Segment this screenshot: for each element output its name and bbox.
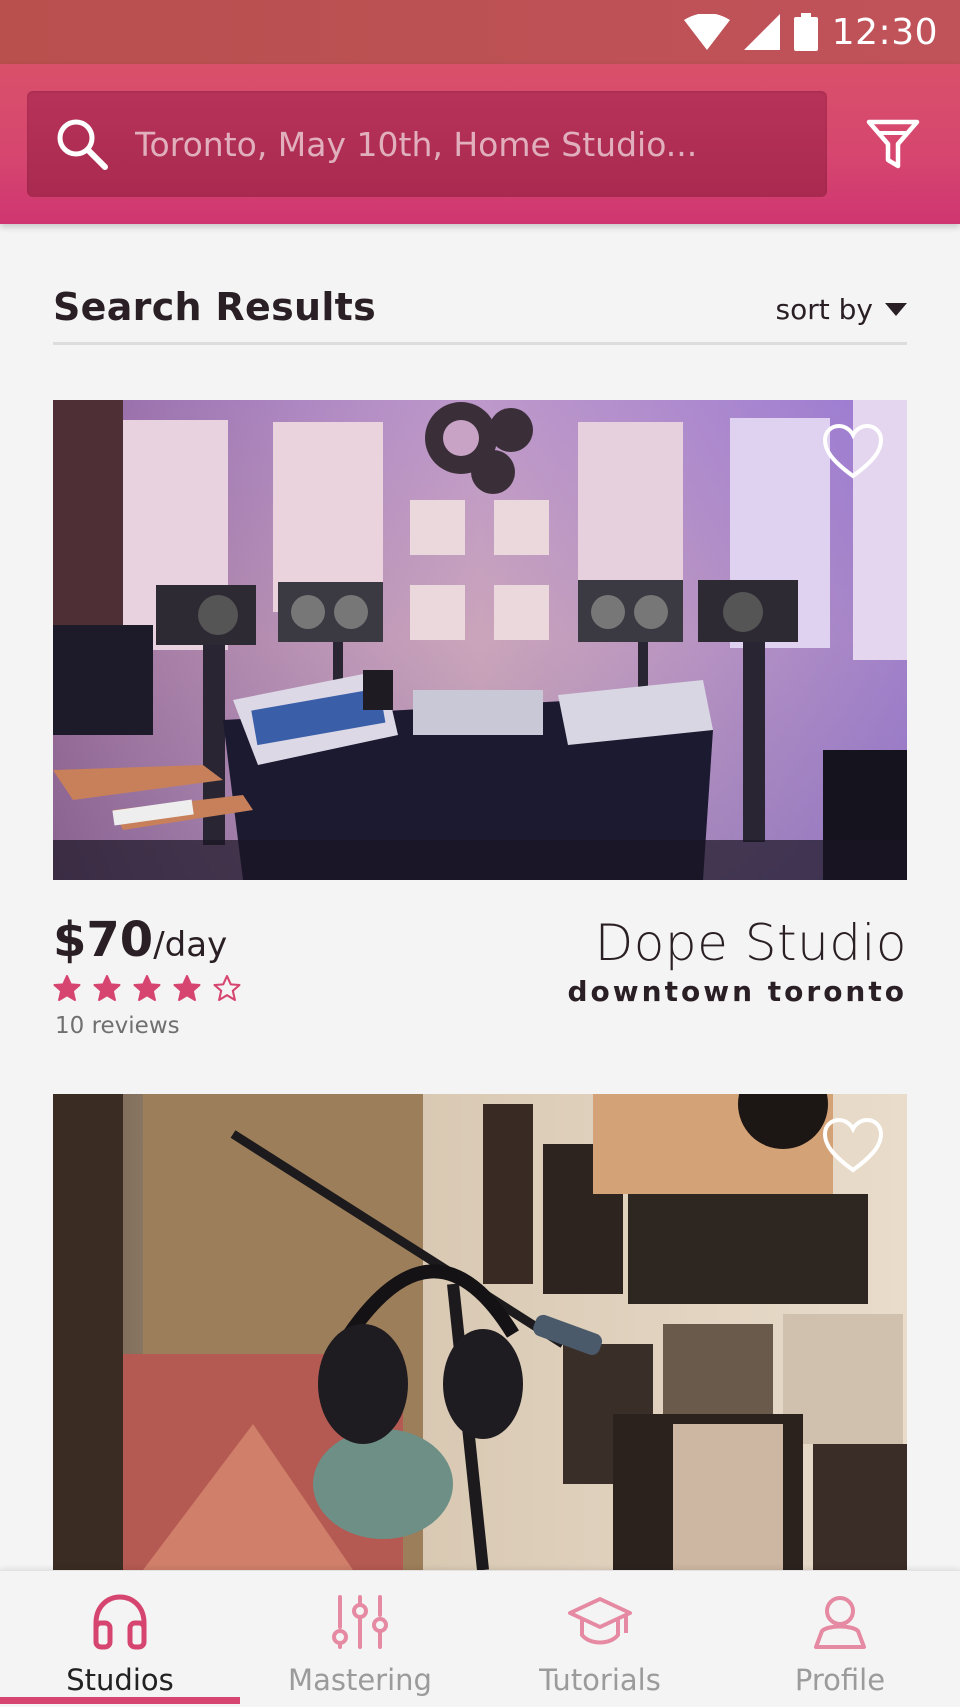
star-filled-icon: [93, 975, 121, 1001]
heart-icon: [822, 1117, 884, 1173]
sort-by-label: sort by: [775, 293, 873, 326]
nav-label-studios: Studios: [66, 1663, 174, 1697]
active-tab-indicator: [0, 1697, 240, 1704]
studio-photo-2[interactable]: [53, 1094, 907, 1570]
studio-name[interactable]: Dope Studio: [595, 914, 907, 972]
graduation-cap-icon: [568, 1597, 632, 1645]
status-time: 12:30: [831, 11, 938, 53]
wifi-icon: [683, 14, 730, 50]
caret-down-icon: [885, 303, 907, 316]
filter-icon: [866, 119, 920, 169]
nav-label-mastering: Mastering: [288, 1663, 432, 1697]
nav-tab-tutorials[interactable]: Tutorials: [480, 1571, 720, 1707]
reviews-count[interactable]: 10 reviews: [55, 1013, 180, 1039]
search-bar[interactable]: [27, 91, 827, 197]
star-empty-icon: [213, 975, 241, 1001]
status-bar: 12:30: [0, 0, 960, 64]
signal-icon: [743, 14, 780, 50]
bottom-navigation: Studios Mastering Tutorials Profile: [0, 1570, 960, 1707]
studio-photo-illustration: [53, 1094, 907, 1570]
filter-button[interactable]: [862, 112, 924, 176]
app-header: [0, 64, 960, 224]
rating-stars: [53, 975, 241, 1001]
nav-tab-mastering[interactable]: Mastering: [240, 1571, 480, 1707]
nav-label-tutorials: Tutorials: [539, 1663, 661, 1697]
star-filled-icon: [53, 975, 81, 1001]
star-filled-icon: [173, 975, 201, 1001]
favorite-button[interactable]: [821, 1116, 885, 1176]
nav-tab-profile[interactable]: Profile: [720, 1571, 960, 1707]
results-header: Search Results sort by: [53, 275, 907, 345]
battery-icon: [793, 13, 818, 51]
sort-by-dropdown[interactable]: sort by: [776, 293, 907, 326]
search-icon: [57, 119, 108, 170]
user-icon: [814, 1596, 866, 1649]
price-unit: /day: [153, 925, 228, 965]
star-filled-icon: [133, 975, 161, 1001]
price-amount: $70: [53, 912, 154, 968]
mixer-sliders-icon: [332, 1595, 388, 1649]
favorite-button[interactable]: [821, 422, 885, 482]
results-title: Search Results: [53, 285, 377, 329]
studio-photo-1[interactable]: [53, 400, 907, 880]
nav-tab-studios[interactable]: Studios: [0, 1571, 240, 1707]
heart-icon: [822, 423, 884, 479]
studio-location: downtown toronto: [567, 975, 907, 1008]
listing-price: $70/day: [53, 912, 227, 968]
studio-photo-illustration: [53, 400, 907, 880]
search-input[interactable]: [135, 124, 775, 164]
nav-label-profile: Profile: [794, 1663, 886, 1697]
headphones-icon: [93, 1594, 147, 1650]
